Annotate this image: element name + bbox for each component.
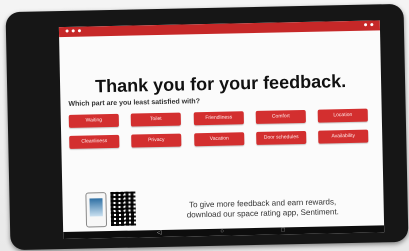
home-icon[interactable]: ○ [218, 229, 226, 236]
status-bar-left-icons: ● ● ● [64, 27, 82, 35]
back-icon[interactable]: ◁ [155, 230, 163, 237]
option-cleanliness[interactable]: Cleanliness [69, 134, 120, 149]
promo-text: To give more feedback and earn rewards, … [158, 197, 368, 221]
page-title: Thank you for your feedback. [94, 71, 347, 97]
option-waiting[interactable]: Waiting [68, 113, 119, 128]
recents-icon[interactable]: □ [279, 227, 287, 234]
qr-code-image[interactable] [110, 191, 137, 227]
phone-screen-image [89, 198, 103, 217]
option-friendliness[interactable]: Friendliness [193, 111, 244, 126]
tablet-device: ● ● ● ● ● Thank you for your feedback. W… [5, 3, 409, 251]
question-label: Which part are you least satisfied with? [68, 98, 201, 108]
tablet-screen: ● ● ● ● ● Thank you for your feedback. W… [58, 20, 385, 240]
option-toilet[interactable]: Toilet [130, 112, 181, 127]
option-vacation[interactable]: Vacation [194, 132, 245, 147]
option-location[interactable]: Location [317, 108, 368, 123]
phone-image [85, 192, 108, 228]
option-availability[interactable]: Availability [318, 129, 369, 144]
option-privacy[interactable]: Privacy [131, 133, 182, 148]
status-bar: ● ● ● ● ● [58, 20, 381, 38]
option-comfort[interactable]: Comfort [255, 109, 306, 124]
android-nav-bar: ◁ ○ □ [63, 225, 385, 240]
option-door-schedules[interactable]: Door schedules [256, 130, 307, 145]
status-bar-right-icons: ● ● [363, 21, 374, 29]
